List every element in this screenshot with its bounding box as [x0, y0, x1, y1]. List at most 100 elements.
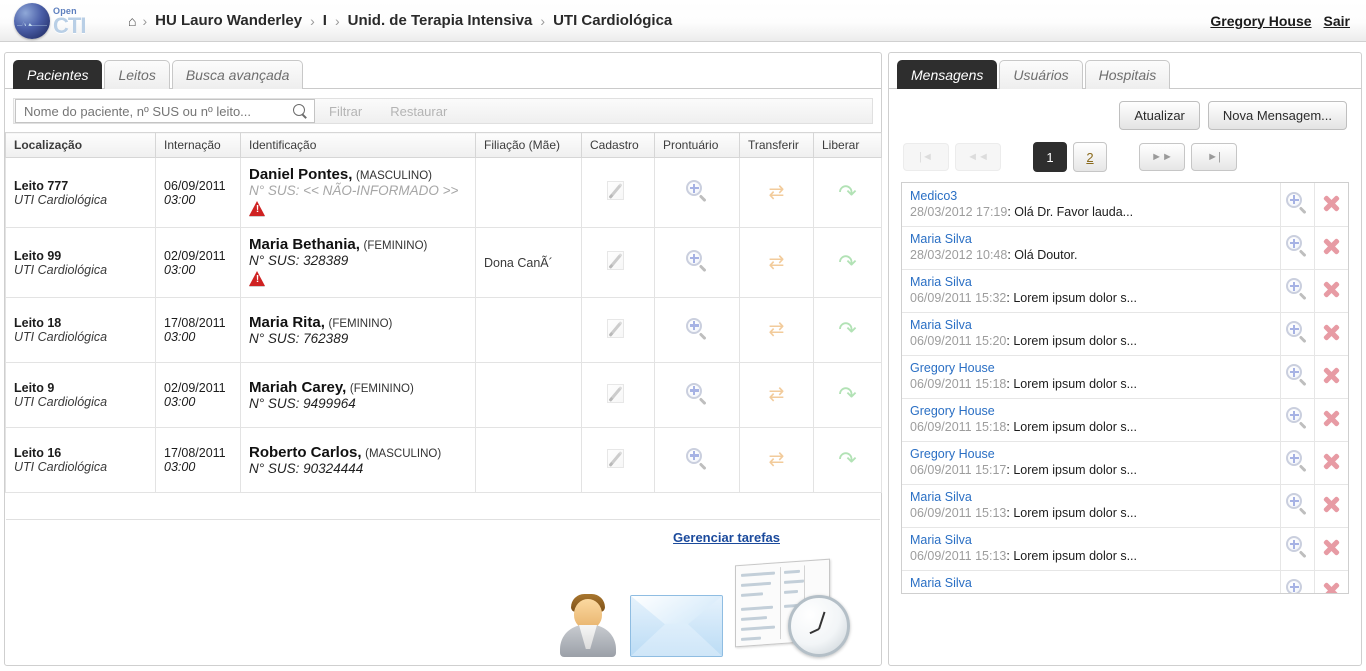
tab-hospitais[interactable]: Hospitais [1084, 60, 1171, 89]
message-delete-cell[interactable] [1313, 484, 1348, 528]
refresh-button[interactable]: Atualizar [1119, 101, 1200, 130]
delete-x-icon[interactable] [1320, 321, 1342, 343]
message-delete-cell[interactable] [1313, 570, 1348, 593]
cell-transferir[interactable]: ⇄ [739, 362, 814, 428]
zoom-in-icon[interactable] [1286, 278, 1308, 300]
message-row[interactable]: Maria Silva06/09/2011 15:13: Lorem ipsum… [902, 484, 1348, 528]
tab-pacientes[interactable]: Pacientes [13, 60, 103, 89]
breadcrumb-item-sector[interactable]: UTI Cardiológica [545, 12, 680, 29]
message-sender[interactable]: Maria Silva [910, 318, 1272, 333]
cell-liberar[interactable]: ↷ [813, 427, 882, 493]
message-view-cell[interactable] [1279, 269, 1314, 313]
table-row[interactable]: Leito 16 UTI Cardiológica 17/08/2011 03:00 R… [5, 427, 882, 493]
message-delete-cell[interactable] [1313, 398, 1348, 442]
message-row[interactable]: Maria Silva06/09/2011 15:13: Lorem ipsum… [902, 527, 1348, 571]
logout-link[interactable]: Sair [1324, 13, 1350, 29]
pager-next-button[interactable]: ►► [1139, 143, 1185, 171]
message-sender[interactable]: Maria Silva [910, 490, 1272, 505]
search-input[interactable] [22, 102, 293, 120]
edit-document-icon[interactable] [606, 179, 630, 203]
filter-button[interactable]: Filtrar [315, 104, 376, 119]
col-filiacao[interactable]: Filiação (Mãe) [475, 132, 582, 158]
new-message-button[interactable]: Nova Mensagem... [1207, 101, 1347, 130]
breadcrumb-item-building[interactable]: I [315, 12, 335, 29]
col-liberar[interactable]: Liberar [813, 132, 882, 158]
zoom-in-icon[interactable] [686, 250, 708, 272]
release-arrow-icon[interactable]: ↷ [836, 449, 860, 471]
pager-last-button[interactable]: ►| [1191, 143, 1237, 171]
zoom-in-icon[interactable] [686, 317, 708, 340]
pager-page-2[interactable]: 2 [1073, 142, 1107, 172]
message-delete-cell[interactable] [1313, 355, 1348, 399]
cell-prontuario[interactable] [654, 227, 740, 298]
pager-prev-button[interactable]: ◄◄ [955, 143, 1001, 171]
breadcrumb-item-hospital[interactable]: HU Lauro Wanderley [147, 12, 310, 29]
col-prontuario[interactable]: Prontuário [654, 132, 740, 158]
cell-cadastro[interactable] [581, 157, 655, 228]
message-view-cell[interactable] [1279, 570, 1314, 593]
cell-transferir[interactable]: ⇄ [739, 297, 814, 363]
cell-liberar[interactable]: ↷ [813, 227, 882, 298]
col-cadastro[interactable]: Cadastro [581, 132, 655, 158]
zoom-in-icon[interactable] [686, 447, 708, 470]
cell-cadastro[interactable] [581, 427, 655, 493]
table-row[interactable]: Leito 99 UTI Cardiológica 02/09/2011 03:00 M… [5, 227, 882, 298]
cell-liberar[interactable]: ↷ [813, 157, 882, 228]
col-transferir[interactable]: Transferir [739, 132, 814, 158]
delete-x-icon[interactable] [1320, 493, 1342, 515]
delete-x-icon[interactable] [1320, 536, 1342, 558]
table-row[interactable]: Leito 777 UTI Cardiológica 06/09/2011 03:00… [5, 157, 882, 228]
message-sender[interactable]: Maria Silva [910, 232, 1272, 247]
message-view-cell[interactable] [1279, 441, 1314, 485]
release-arrow-icon[interactable]: ↷ [836, 251, 860, 274]
zoom-in-icon[interactable] [686, 382, 708, 405]
cell-transferir[interactable]: ⇄ [739, 227, 814, 298]
delete-x-icon[interactable] [1320, 407, 1342, 429]
edit-document-icon[interactable] [606, 382, 630, 406]
table-row[interactable]: Leito 18 UTI Cardiológica 17/08/2011 03:00 M… [5, 297, 882, 363]
message-row[interactable]: Maria Silva06/09/2011 15:13: Lorem ipsum… [902, 570, 1348, 593]
cell-cadastro[interactable] [581, 297, 655, 363]
cell-transferir[interactable]: ⇄ [739, 427, 814, 493]
message-sender[interactable]: Maria Silva [910, 275, 1272, 290]
col-localizacao[interactable]: Localização [5, 132, 156, 158]
zoom-in-icon[interactable] [1286, 493, 1308, 515]
tab-mensagens[interactable]: Mensagens [897, 60, 998, 89]
cell-prontuario[interactable] [654, 297, 740, 363]
message-view-cell[interactable] [1279, 355, 1314, 399]
zoom-in-icon[interactable] [1286, 450, 1308, 472]
tab-usuarios[interactable]: Usuários [999, 60, 1083, 89]
cell-prontuario[interactable] [654, 362, 740, 428]
manage-tasks-link[interactable]: Gerenciar tarefas [673, 530, 780, 545]
app-logo[interactable]: Open CTI [14, 0, 112, 42]
delete-x-icon[interactable] [1320, 235, 1342, 257]
table-row[interactable]: Leito 9 UTI Cardiológica 02/09/2011 03:00 Ma… [5, 362, 882, 428]
zoom-in-icon[interactable] [686, 180, 708, 202]
message-delete-cell[interactable] [1313, 183, 1348, 227]
transfer-arrows-icon[interactable]: ⇄ [765, 182, 789, 203]
transfer-arrows-icon[interactable]: ⇄ [765, 252, 789, 273]
pager-first-button[interactable]: |◄ [903, 143, 949, 171]
zoom-in-icon[interactable] [1286, 579, 1308, 593]
message-sender[interactable]: Maria Silva [910, 576, 1272, 591]
search-field-wrap[interactable] [15, 99, 315, 123]
message-view-cell[interactable] [1279, 226, 1314, 270]
message-delete-cell[interactable] [1313, 226, 1348, 270]
transfer-arrows-icon[interactable]: ⇄ [765, 385, 789, 405]
zoom-in-icon[interactable] [1286, 536, 1308, 558]
breadcrumb-item-unit[interactable]: Unid. de Terapia Intensiva [340, 12, 541, 29]
message-sender[interactable]: Gregory House [910, 447, 1272, 462]
message-row[interactable]: Maria Silva 28/03/2012 10:48: Olá Doutor. [902, 226, 1348, 270]
cell-cadastro[interactable] [581, 227, 655, 298]
message-view-cell[interactable] [1279, 484, 1314, 528]
edit-document-icon[interactable] [606, 447, 630, 471]
messages-list[interactable]: Medico3 28/03/2012 17:19: Olá Dr. Favor l… [901, 182, 1349, 594]
cell-cadastro[interactable] [581, 362, 655, 428]
delete-x-icon[interactable] [1320, 278, 1342, 300]
message-row[interactable]: Maria Silva 06/09/2011 15:20: Lorem ipsum… [902, 312, 1348, 356]
restore-button[interactable]: Restaurar [376, 104, 461, 119]
message-delete-cell[interactable] [1313, 269, 1348, 313]
message-row[interactable]: Medico3 28/03/2012 17:19: Olá Dr. Favor l… [902, 183, 1348, 227]
delete-x-icon[interactable] [1320, 364, 1342, 386]
release-arrow-icon[interactable]: ↷ [836, 319, 860, 341]
